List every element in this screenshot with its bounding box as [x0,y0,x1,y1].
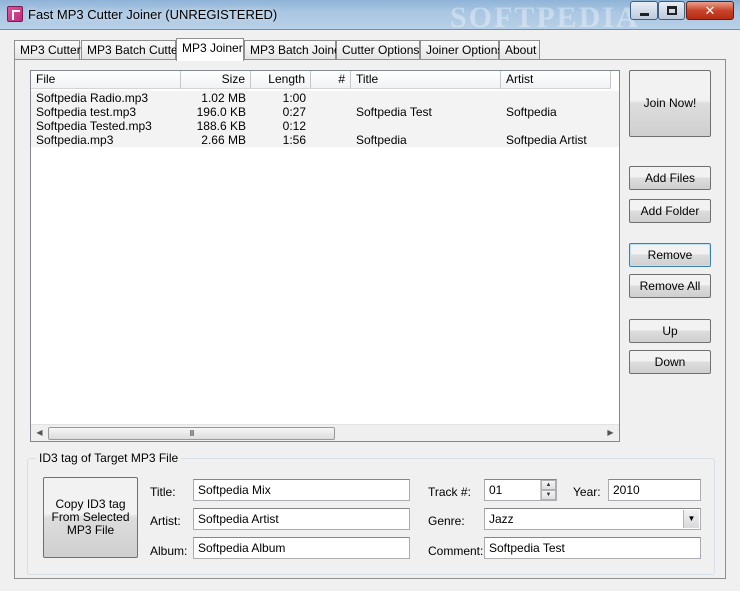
year-field[interactable]: 2010 [608,479,701,501]
add-folder-button[interactable]: Add Folder [629,199,711,223]
cell-length: 0:12 [282,119,306,133]
maximize-button[interactable] [658,1,685,20]
cell-title: Softpedia Test [356,105,432,119]
track-spinner: ▲ ▼ [540,480,556,500]
minimize-icon [640,13,649,16]
column-header-title[interactable]: Title [351,71,501,89]
maximize-icon [667,6,677,15]
track-label: Track #: [428,485,471,499]
album-field[interactable]: Softpedia Album [193,537,410,559]
table-row[interactable]: Softpedia Tested.mp3 188.6 KB 0:12 [31,119,619,133]
cell-artist [501,119,619,133]
cell-file: Softpedia.mp3 [36,133,114,147]
spin-up-icon[interactable]: ▲ [541,480,556,490]
cell-artist [501,91,619,105]
cell-title [351,119,501,133]
artist-field[interactable]: Softpedia Artist [193,508,410,530]
remove-all-button[interactable]: Remove All [629,274,711,298]
cell-size: 188.6 KB [196,119,246,133]
id3-group-label: ID3 tag of Target MP3 File [36,451,182,465]
cell-artist: Softpedia [506,105,557,119]
genre-label: Genre: [428,514,465,528]
tab-about[interactable]: About [499,40,540,60]
file-list-header: File Size Length # Title Artist [31,71,611,89]
album-label: Album: [150,544,188,558]
comment-label: Comment: [428,544,484,558]
column-header-file[interactable]: File [31,71,181,89]
table-row[interactable]: Softpedia.mp3 2.66 MB 1:56 Softpedia Sof… [31,133,619,147]
genre-dropdown[interactable]: Jazz ▼ [484,508,701,530]
down-button[interactable]: Down [629,350,711,374]
mp3-joiner-panel: File Size Length # Title Artist Softpedi… [14,59,726,579]
scroll-left-icon[interactable]: ◀ [31,425,48,442]
cell-artist: Softpedia Artist [506,133,587,147]
column-header-size[interactable]: Size [181,71,251,89]
tab-cutter-options[interactable]: Cutter Options [336,40,420,60]
remove-button[interactable]: Remove [629,243,711,267]
cell-file: Softpedia Tested.mp3 [36,119,152,133]
tab-mp3-cutter[interactable]: MP3 Cutter [14,40,81,60]
cell-track [311,119,351,133]
cell-size: 1.02 MB [201,91,246,105]
title-label: Title: [150,485,176,499]
cell-size: 2.66 MB [201,133,246,147]
cell-title: Softpedia [356,133,407,147]
track-value: 01 [489,483,503,497]
cell-length: 1:56 [282,133,306,147]
add-files-button[interactable]: Add Files [629,166,711,190]
minimize-button[interactable] [630,1,658,20]
column-header-artist[interactable]: Artist [501,71,611,89]
scroll-right-icon[interactable]: ▶ [602,425,619,442]
cell-file: Softpedia test.mp3 [36,105,137,119]
title-bar: Fast MP3 Cutter Joiner (UNREGISTERED) SO… [0,0,740,34]
cell-length: 0:27 [282,105,306,119]
cell-file: Softpedia Radio.mp3 [36,91,149,105]
cell-length: 1:00 [282,91,306,105]
column-header-track[interactable]: # [311,71,351,89]
close-icon: ✕ [704,3,716,18]
genre-value: Jazz [489,512,514,526]
window-title: Fast MP3 Cutter Joiner (UNREGISTERED) [28,7,278,22]
copy-id3-tag-button[interactable]: Copy ID3 tag From Selected MP3 File [43,477,138,558]
title-field[interactable]: Softpedia Mix [193,479,410,501]
table-row[interactable]: Softpedia test.mp3 196.0 KB 0:27 Softped… [31,105,619,119]
horizontal-scrollbar[interactable]: ◀ III ▶ [31,424,619,441]
column-header-length[interactable]: Length [251,71,311,89]
tab-mp3-joiner[interactable]: MP3 Joiner [176,38,244,61]
tab-mp3-batch-joiner[interactable]: MP3 Batch Joiner [244,40,345,60]
file-list[interactable]: File Size Length # Title Artist Softpedi… [30,70,620,442]
tab-mp3-batch-cutter[interactable]: MP3 Batch Cutter [81,40,182,60]
artist-label: Artist: [150,514,181,528]
id3-tag-group: ID3 tag of Target MP3 File Copy ID3 tag … [27,451,715,575]
chevron-down-icon[interactable]: ▼ [683,510,699,528]
cell-track [311,105,351,119]
title-watermark: SOFTPEDIA [450,1,640,34]
up-button[interactable]: Up [629,319,711,343]
cell-track [311,91,351,105]
cell-title [351,91,501,105]
comment-field[interactable]: Softpedia Test [484,537,701,559]
spin-down-icon[interactable]: ▼ [541,490,556,500]
cell-size: 196.0 KB [196,105,246,119]
table-row[interactable]: Softpedia Radio.mp3 1.02 MB 1:00 [31,91,619,105]
tab-joiner-options[interactable]: Joiner Options [420,40,503,60]
cell-track [311,133,351,147]
file-list-rows: Softpedia Radio.mp3 1.02 MB 1:00 Softped… [31,91,619,147]
close-button[interactable]: ✕ [686,1,734,20]
track-stepper[interactable]: 01 ▲ ▼ [484,479,557,501]
app-icon [7,6,23,22]
join-now-button[interactable]: Join Now! [629,70,711,137]
year-label: Year: [573,485,601,499]
scrollbar-thumb[interactable]: III [48,427,335,440]
